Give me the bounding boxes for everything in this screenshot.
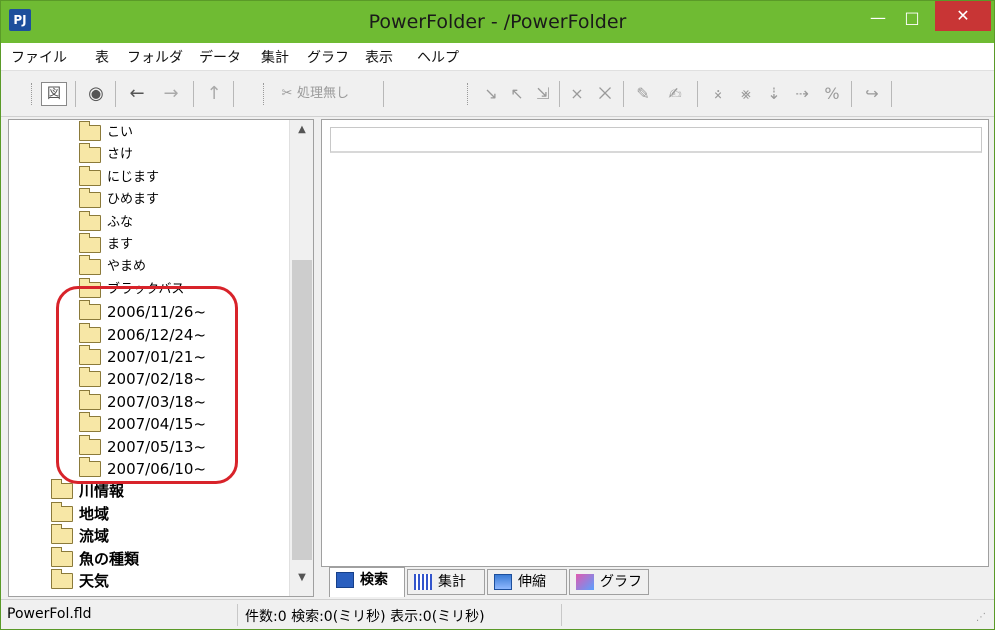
menu-graph[interactable]: グラフ [307, 47, 349, 67]
grid-header [330, 127, 982, 153]
toolbar: 図 ◉ ← → ↑ ✂ 処理無し ↘ ↖ ⇲ ⨯ ⨉ ✎ ✍ ⨰ ⨳ ⇣ ⇢ %… [1, 71, 994, 117]
filter-clear-icon: ⨉ [598, 84, 612, 103]
fill-right-icon: ⇢ [795, 84, 809, 103]
window-title: PowerFolder - /PowerFolder [368, 11, 627, 33]
bottom-tab-bar: 検索 集計 伸縮 グラフ [321, 567, 989, 597]
split-icon: ⨳ [741, 84, 751, 103]
scroll-down-icon[interactable]: ▼ [290, 572, 313, 590]
folder-icon [51, 501, 73, 522]
tree-item-label: ふな [107, 214, 134, 230]
toolbar-separator [697, 81, 698, 107]
folder-icon [79, 165, 101, 186]
tree-item-label: ひめます [107, 192, 160, 208]
filter-icon: ⨯ [570, 84, 584, 103]
menu-data[interactable]: データ [199, 47, 241, 67]
graph-tab-icon [576, 574, 594, 590]
close-button[interactable]: ✕ [935, 1, 991, 31]
tree-item-label: 流域 [79, 527, 110, 546]
folder-icon [79, 255, 101, 276]
edit-icon: ✎ [636, 84, 650, 103]
date-range-highlight [56, 286, 238, 484]
app-window: PJ PowerFolder - /PowerFolder — □ ✕ ファイル… [0, 0, 995, 630]
search-tab-icon [336, 572, 354, 588]
tree-item-label: 地域 [79, 504, 110, 523]
tree-item-label: にじます [107, 169, 160, 185]
maximize-button[interactable]: □ [897, 5, 927, 31]
sort-ascending-icon: ↘ [484, 84, 498, 103]
tree-item-label: 魚の種類 [79, 549, 140, 568]
forward-arrow-icon[interactable]: → [157, 82, 185, 106]
stretch-tab-icon [494, 574, 512, 590]
toolbar-separator [115, 81, 116, 107]
toolbar-separator [891, 81, 892, 107]
tree-item-label: ます [107, 237, 134, 252]
folder-icon [79, 188, 101, 209]
eye-icon[interactable]: ◉ [83, 82, 109, 106]
toolbar-separator [851, 81, 852, 107]
chart-view-icon[interactable]: 図 [41, 82, 67, 106]
toolbar-separator [193, 81, 194, 107]
result-grid-panel[interactable] [321, 119, 989, 567]
tab-search[interactable]: 検索 [329, 567, 405, 597]
fill-down-icon: ⇣ [767, 84, 781, 103]
folder-icon [51, 524, 73, 545]
menu-view[interactable]: 表示 [365, 47, 393, 67]
toolbar-grip[interactable] [31, 83, 34, 105]
sort-custom-icon: ⇲ [536, 84, 550, 103]
folder-icon [79, 121, 101, 141]
minimize-button[interactable]: — [863, 5, 893, 31]
tree-scrollbar[interactable]: ▲ ▼ [289, 120, 313, 596]
redo-icon: ↪ [865, 84, 879, 103]
folder-icon [79, 233, 101, 253]
toolbar-separator [383, 81, 384, 107]
tree-item-label: こい [107, 125, 134, 140]
folder-icon [79, 210, 101, 231]
menu-help[interactable]: ヘルプ [417, 47, 459, 67]
menu-bar: ファイル 表 フォルダ データ 集計 グラフ 表示 ヘルプ [1, 43, 994, 71]
folder-icon [51, 569, 73, 589]
toolbar-separator [623, 81, 624, 107]
tree-item-label: 天気 [79, 572, 110, 590]
folder-icon [51, 546, 73, 567]
percent-icon: % [824, 84, 840, 103]
folder-icon [51, 479, 73, 500]
tab-stretch[interactable]: 伸縮 [487, 569, 567, 595]
tree-item-label: やまめ [107, 259, 147, 275]
tree-item-label: さけ [107, 147, 134, 163]
back-arrow-icon[interactable]: ← [123, 82, 151, 106]
no-process-label[interactable]: 処理無し [297, 82, 377, 106]
tab-graph[interactable]: グラフ [569, 569, 649, 595]
menu-folder[interactable]: フォルダ [127, 47, 183, 67]
sort-descending-icon: ↖ [510, 84, 524, 103]
up-arrow-icon[interactable]: ↑ [201, 82, 227, 106]
status-separator [561, 604, 562, 626]
menu-aggregate[interactable]: 集計 [261, 47, 289, 67]
scroll-thumb[interactable] [292, 260, 312, 560]
resize-grip-icon[interactable]: ⋰ [976, 612, 990, 626]
merge-icon: ⨰ [713, 84, 723, 103]
toolbar-separator [559, 81, 560, 107]
status-info: 件数:0 検索:0(ミリ秒) 表示:0(ミリ秒) [245, 609, 485, 625]
html-export-icon: ✍ [668, 84, 682, 103]
toolbar-separator [75, 81, 76, 107]
scroll-up-icon[interactable]: ▲ [290, 124, 313, 142]
toolbar-separator [233, 81, 234, 107]
status-bar: PowerFol.fld 件数:0 検索:0(ミリ秒) 表示:0(ミリ秒) ⋰ [1, 599, 994, 629]
grid-tab-icon [414, 574, 432, 590]
menu-table[interactable]: 表 [95, 47, 109, 67]
scissors-icon: ✂ [281, 86, 293, 101]
tab-aggregate[interactable]: 集計 [407, 569, 485, 595]
status-file: PowerFol.fld [7, 606, 92, 622]
toolbar-grip[interactable] [263, 83, 266, 105]
menu-file[interactable]: ファイル [11, 47, 67, 67]
toolbar-grip[interactable] [467, 83, 470, 105]
status-separator [237, 604, 238, 626]
folder-icon [79, 143, 101, 164]
title-bar[interactable]: PJ PowerFolder - /PowerFolder — □ ✕ [1, 1, 994, 43]
